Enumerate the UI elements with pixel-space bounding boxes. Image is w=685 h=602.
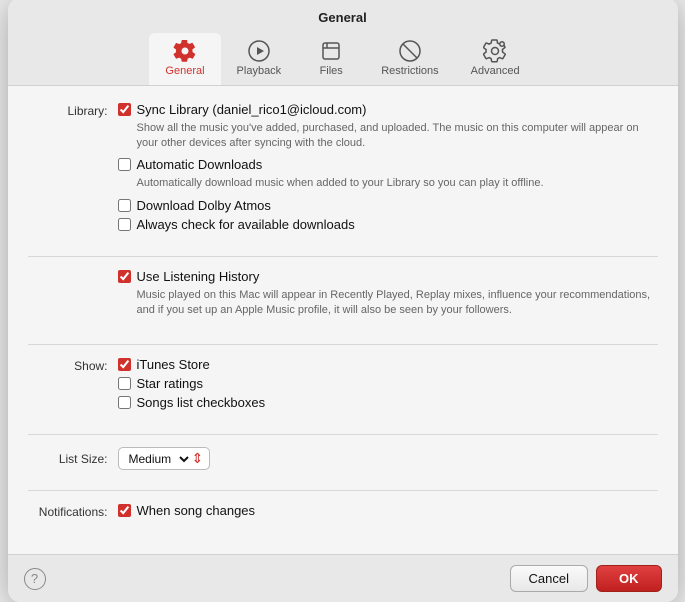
listening-history-checkbox[interactable] (118, 270, 131, 283)
tab-restrictions[interactable]: Restrictions (365, 33, 454, 85)
restrictions-icon (398, 39, 422, 63)
dolby-label[interactable]: Download Dolby Atmos (137, 198, 271, 213)
list-size-row: List Size: Small Medium Large ⇕ (28, 447, 658, 470)
tab-playback[interactable]: Playback (221, 33, 298, 85)
auto-downloads-label[interactable]: Automatic Downloads (137, 157, 263, 172)
sync-library-label[interactable]: Sync Library (daniel_rico1@icloud.com) (137, 102, 367, 117)
auto-downloads-row: Automatic Downloads (118, 157, 658, 172)
show-section: Show: iTunes Store Star ratings Songs li… (28, 357, 658, 435)
tab-playback-label: Playback (237, 65, 282, 77)
star-ratings-checkbox[interactable] (118, 377, 131, 390)
cancel-button[interactable]: Cancel (510, 565, 588, 592)
tab-advanced[interactable]: Advanced (455, 33, 536, 85)
listening-history-desc: Music played on this Mac will appear in … (137, 288, 658, 319)
advanced-icon (483, 39, 507, 63)
main-window: General General Playback (8, 0, 678, 602)
list-size-label: List Size: (28, 452, 118, 466)
notifications-row: Notifications: When song changes (28, 503, 658, 522)
tab-general-label: General (165, 65, 204, 77)
star-ratings-row: Star ratings (118, 376, 658, 391)
auto-downloads-desc: Automatically download music when added … (137, 176, 658, 191)
stepper-icon: ⇕ (192, 450, 204, 467)
show-label: Show: (28, 357, 118, 373)
when-song-changes-label[interactable]: When song changes (137, 503, 256, 518)
listening-controls: Use Listening History Music played on th… (118, 269, 658, 325)
content-area: Library: Sync Library (daniel_rico1@iclo… (8, 86, 678, 555)
sync-library-checkbox[interactable] (118, 103, 131, 116)
notifications-label: Notifications: (28, 503, 118, 519)
playback-icon (247, 39, 271, 63)
help-button[interactable]: ? (24, 568, 46, 590)
when-song-changes-row: When song changes (118, 503, 658, 518)
itunes-store-checkbox[interactable] (118, 358, 131, 371)
star-ratings-label[interactable]: Star ratings (137, 376, 203, 391)
listening-row: Use Listening History Music played on th… (28, 269, 658, 325)
sync-library-desc: Show all the music you've added, purchas… (137, 121, 658, 152)
check-downloads-row: Always check for available downloads (118, 217, 658, 232)
when-song-changes-checkbox[interactable] (118, 504, 131, 517)
list-size-select-wrapper[interactable]: Small Medium Large ⇕ (118, 447, 211, 470)
songs-checkboxes-checkbox[interactable] (118, 396, 131, 409)
library-controls: Sync Library (daniel_rico1@icloud.com) S… (118, 102, 658, 236)
songs-checkboxes-row: Songs list checkboxes (118, 395, 658, 410)
footer: ? Cancel OK (8, 554, 678, 602)
listening-history-label[interactable]: Use Listening History (137, 269, 260, 284)
library-section: Library: Sync Library (daniel_rico1@iclo… (28, 102, 658, 257)
itunes-store-row: iTunes Store (118, 357, 658, 372)
title-bar: General General Playback (8, 0, 678, 86)
window-title: General (8, 10, 678, 25)
dolby-row: Download Dolby Atmos (118, 198, 658, 213)
tab-files-label: Files (320, 65, 343, 77)
tab-restrictions-label: Restrictions (381, 65, 438, 77)
list-size-select[interactable]: Small Medium Large (125, 451, 192, 467)
show-controls: iTunes Store Star ratings Songs list che… (118, 357, 658, 414)
tab-general[interactable]: General (149, 33, 220, 85)
songs-checkboxes-label[interactable]: Songs list checkboxes (137, 395, 266, 410)
tab-bar: General Playback Files (8, 33, 678, 85)
gear-icon (173, 39, 197, 63)
library-label: Library: (28, 102, 118, 118)
itunes-store-label[interactable]: iTunes Store (137, 357, 210, 372)
notifications-section: Notifications: When song changes (28, 503, 658, 542)
check-downloads-label[interactable]: Always check for available downloads (137, 217, 355, 232)
sync-library-checkbox-row: Sync Library (daniel_rico1@icloud.com) (118, 102, 658, 117)
show-row: Show: iTunes Store Star ratings Songs li… (28, 357, 658, 414)
auto-downloads-checkbox[interactable] (118, 158, 131, 171)
check-downloads-checkbox[interactable] (118, 218, 131, 231)
tab-files[interactable]: Files (297, 33, 365, 85)
listening-history-checkbox-row: Use Listening History (118, 269, 658, 284)
ok-button[interactable]: OK (596, 565, 662, 592)
sync-library-row: Library: Sync Library (daniel_rico1@iclo… (28, 102, 658, 236)
notifications-controls: When song changes (118, 503, 658, 522)
footer-buttons: Cancel OK (510, 565, 662, 592)
dolby-checkbox[interactable] (118, 199, 131, 212)
listening-section: Use Listening History Music played on th… (28, 269, 658, 346)
list-size-section: List Size: Small Medium Large ⇕ (28, 447, 658, 491)
tab-advanced-label: Advanced (471, 65, 520, 77)
files-icon (319, 39, 343, 63)
